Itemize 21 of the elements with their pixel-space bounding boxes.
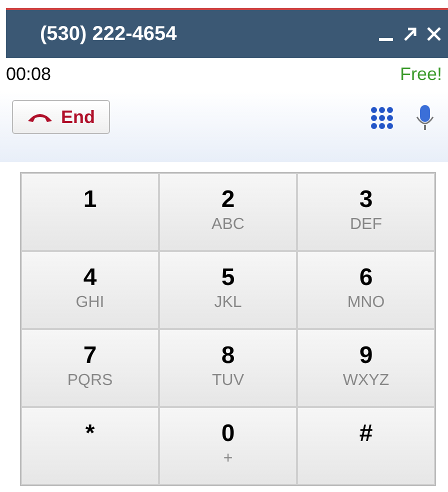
- arrow-icon[interactable]: [402, 26, 418, 42]
- keypad-key[interactable]: 6 MNO: [297, 251, 435, 329]
- keypad-key[interactable]: 9 WXYZ: [297, 329, 435, 407]
- keypad-key[interactable]: 8 TUV: [159, 329, 297, 407]
- phone-icon: [27, 111, 53, 123]
- call-timer: 00:08: [6, 62, 52, 86]
- keypad-key[interactable]: 2 ABC: [159, 173, 297, 251]
- keypad-key[interactable]: #: [297, 407, 435, 485]
- keypad-key[interactable]: 0 +: [159, 407, 297, 485]
- keypad-key[interactable]: 1: [21, 173, 159, 251]
- keypad-key[interactable]: 4 GHI: [21, 251, 159, 329]
- keypad-key[interactable]: 7 PQRS: [21, 329, 159, 407]
- dialpad-icon[interactable]: [370, 106, 394, 130]
- keypad-key[interactable]: *: [21, 407, 159, 485]
- end-call-button[interactable]: End: [12, 100, 110, 134]
- keypad-key[interactable]: 3 DEF: [297, 173, 435, 251]
- microphone-icon[interactable]: [416, 104, 434, 132]
- keypad-key[interactable]: 5 JKL: [159, 251, 297, 329]
- close-icon[interactable]: [426, 26, 442, 42]
- call-rate: Free!: [400, 62, 442, 86]
- window-title: (530) 222-4654: [40, 22, 177, 47]
